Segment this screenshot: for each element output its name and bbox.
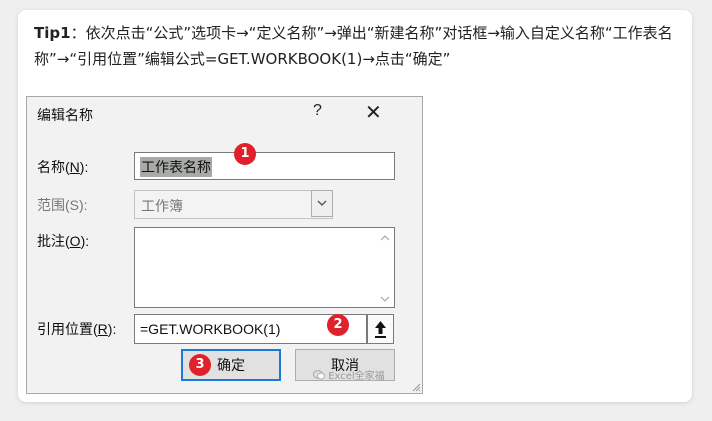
resize-grip-icon[interactable]: [411, 382, 421, 392]
chevron-down-icon: [311, 190, 333, 217]
close-icon[interactable]: ✕: [365, 100, 382, 125]
ref-label: 引用位置(R):: [37, 321, 117, 337]
name-label: 名称(N):: [37, 159, 89, 175]
comment-textarea[interactable]: [134, 227, 395, 308]
dialog-title: 编辑名称: [37, 107, 93, 123]
tip-card: Tip1：依次点击“公式”选项卡→“定义名称”→弹出“新建名称”对话框→输入自定…: [18, 10, 692, 402]
step-badge-1: 1: [234, 143, 256, 165]
scope-label: 范围(S):: [37, 197, 88, 213]
name-input[interactable]: 工作表名称: [134, 152, 395, 180]
ref-value: =GET.WORKBOOK(1): [140, 321, 281, 337]
collapse-dialog-button[interactable]: [367, 314, 394, 344]
tip-text: Tip1：依次点击“公式”选项卡→“定义名称”→弹出“新建名称”对话框→输入自定…: [34, 20, 678, 72]
comment-label: 批注(O):: [37, 233, 90, 249]
step-badge-2: 2: [327, 314, 349, 336]
help-button[interactable]: ?: [313, 102, 322, 120]
tip-lead: Tip1: [34, 24, 71, 42]
dialog-titlebar: 编辑名称 ? ✕: [27, 97, 422, 129]
scroll-up-icon[interactable]: [380, 234, 390, 241]
scope-value: 工作簿: [141, 198, 183, 214]
tip-body: ：依次点击“公式”选项卡→“定义名称”→弹出“新建名称”对话框→输入自定义名称“…: [34, 24, 673, 68]
name-value: 工作表名称: [140, 157, 212, 177]
watermark: Excel全家福: [313, 367, 385, 382]
edit-name-dialog: 编辑名称 ? ✕ 名称(N): 工作表名称 范围(S): 工作簿 批注(O): …: [26, 96, 423, 394]
wechat-icon: [313, 370, 325, 380]
scope-select: 工作簿: [134, 190, 333, 219]
upload-arrow-icon: [375, 321, 386, 338]
scroll-down-icon[interactable]: [380, 296, 390, 303]
step-badge-3: 3: [189, 354, 211, 376]
watermark-text: Excel全家福: [328, 371, 385, 382]
